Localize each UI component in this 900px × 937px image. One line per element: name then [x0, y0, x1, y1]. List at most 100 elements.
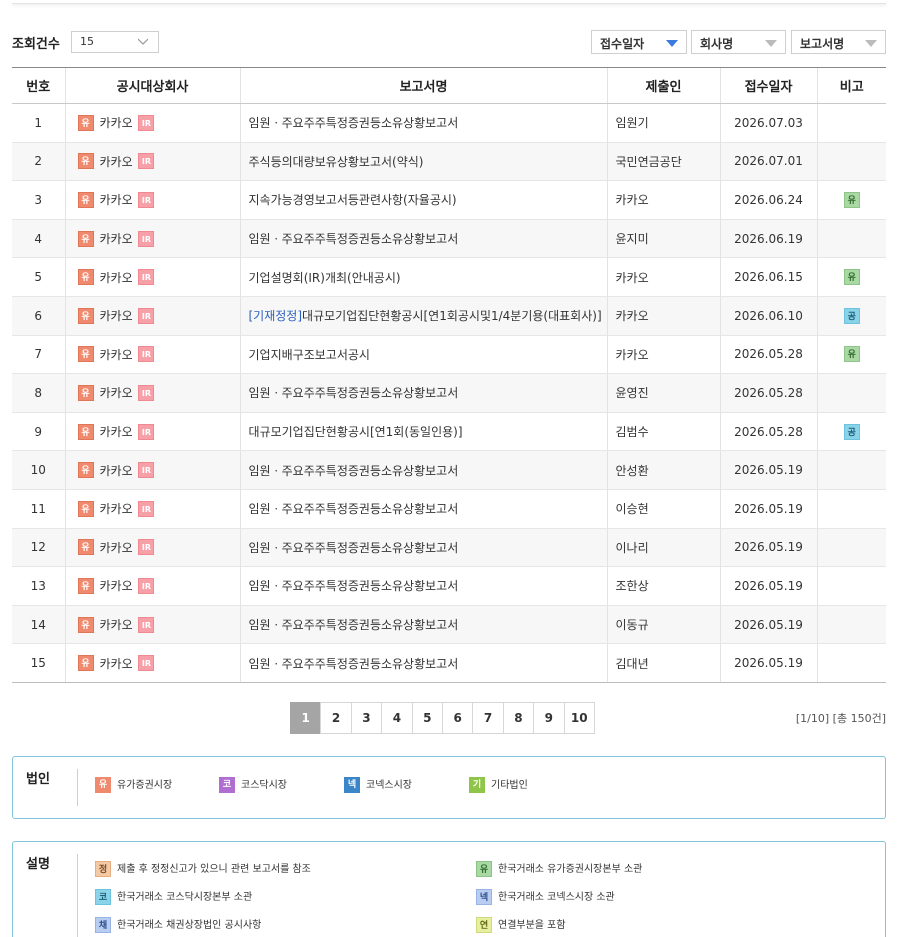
- company-cell: 유 카카오 IR: [64, 335, 240, 375]
- company-link[interactable]: 카카오: [100, 502, 133, 516]
- table-row: 5 유 카카오 IR 기업설명회(IR)개최(안내공시) 카카오 2026.06.15 유: [12, 257, 886, 297]
- page-1-button[interactable]: 1: [290, 702, 322, 734]
- date-cell: 2026.05.19: [719, 489, 817, 529]
- note-badge[interactable]: 유: [843, 269, 860, 286]
- sort-by-date-label: 접수일자: [600, 37, 645, 51]
- note-cell: 유: [816, 257, 886, 297]
- report-link[interactable]: 기업지배구조보고서공시: [249, 348, 370, 362]
- note-badge[interactable]: 유: [843, 191, 860, 208]
- date-cell: 2026.07.03: [719, 103, 817, 143]
- sort-by-date[interactable]: 접수일자: [591, 30, 687, 54]
- company-link[interactable]: 카카오: [100, 386, 133, 400]
- page-6-button[interactable]: 6: [441, 702, 474, 734]
- company-link[interactable]: 카카오: [100, 618, 133, 632]
- disclosure-table: 번호 공시대상회사 보고서명 제출인 접수일자 비고 1 유 카카오 IR 임원ㆍ주요…: [12, 67, 886, 683]
- page-10-button[interactable]: 10: [563, 702, 595, 734]
- report-link[interactable]: 임원ㆍ주요주주특정증권등소유상황보고서: [249, 579, 459, 593]
- submitter-cell: 카카오: [606, 180, 720, 220]
- note-badge[interactable]: 공: [843, 307, 860, 324]
- report-link[interactable]: 기업설명회(IR)개최(안내공시): [249, 271, 401, 285]
- company-link[interactable]: 카카오: [100, 348, 133, 362]
- company-link[interactable]: 카카오: [100, 579, 133, 593]
- ir-badge[interactable]: IR: [138, 500, 155, 517]
- sort-by-report[interactable]: 보고서명: [791, 30, 886, 54]
- row-number: 6: [12, 296, 65, 336]
- ir-badge[interactable]: IR: [138, 230, 155, 247]
- company-link[interactable]: 카카오: [100, 425, 133, 439]
- company-link[interactable]: 카카오: [100, 193, 133, 207]
- ir-badge[interactable]: IR: [138, 539, 155, 556]
- col-header-company: 공시대상회사: [64, 67, 240, 104]
- note-badge[interactable]: 공: [843, 423, 860, 440]
- table-row: 12 유 카카오 IR 임원ㆍ주요주주특정증권등소유상황보고서 이나리 2026.05.1…: [12, 528, 886, 568]
- company-link[interactable]: 카카오: [100, 464, 133, 478]
- note-cell: [816, 142, 886, 182]
- legend-label: 한국거래소 채권상장법인 공시사항: [117, 920, 262, 931]
- company-cell: 유 카카오 IR: [64, 180, 240, 220]
- ir-badge[interactable]: IR: [138, 577, 155, 594]
- correction-prefix[interactable]: [기재정정]: [249, 309, 303, 323]
- report-cell: 임원ㆍ주요주주특정증권등소유상황보고서: [239, 643, 607, 683]
- ir-badge[interactable]: IR: [138, 191, 155, 208]
- count-select[interactable]: 15: [71, 31, 159, 53]
- krx-konex-icon: 넥: [476, 889, 492, 905]
- company-link[interactable]: 카카오: [100, 657, 133, 671]
- row-number: 3: [12, 180, 65, 220]
- ir-badge[interactable]: IR: [138, 616, 155, 633]
- table-row: 8 유 카카오 IR 임원ㆍ주요주주특정증권등소유상황보고서 윤영진 2026.05.28: [12, 373, 886, 413]
- ir-badge[interactable]: IR: [138, 346, 155, 363]
- report-link[interactable]: 임원ㆍ주요주주특정증권등소유상황보고서: [249, 386, 459, 400]
- page-3-button[interactable]: 3: [350, 702, 383, 734]
- market-kospi-icon: 유: [77, 114, 94, 131]
- report-link[interactable]: 주식등의대량보유상황보고서(약식): [249, 155, 424, 169]
- submitter-cell: 카카오: [606, 296, 720, 336]
- page-7-button[interactable]: 7: [472, 702, 504, 734]
- page-9-button[interactable]: 9: [533, 702, 565, 734]
- legend-item-kosdaq: 코 코스닥시장: [219, 776, 287, 793]
- company-link[interactable]: 카카오: [100, 541, 133, 555]
- page-4-button[interactable]: 4: [381, 702, 413, 734]
- page-8-button[interactable]: 8: [502, 702, 535, 734]
- company-link[interactable]: 카카오: [100, 271, 133, 285]
- ir-badge[interactable]: IR: [138, 384, 155, 401]
- ir-badge[interactable]: IR: [138, 655, 155, 672]
- company-cell: 유 카카오 IR: [64, 643, 240, 683]
- submitter-cell: 윤지미: [606, 219, 720, 259]
- ir-badge[interactable]: IR: [138, 153, 155, 170]
- ir-badge[interactable]: IR: [138, 462, 155, 479]
- ir-badge[interactable]: IR: [138, 423, 155, 440]
- legend-item-bond: 채 한국거래소 채권상장법인 공시사항: [95, 916, 261, 933]
- report-link[interactable]: 대규모기업집단현황공시[연1회(동일인용)]: [249, 425, 463, 439]
- report-link[interactable]: 임원ㆍ주요주주특정증권등소유상황보고서: [249, 657, 459, 671]
- company-link[interactable]: 카카오: [100, 116, 133, 130]
- report-link[interactable]: 임원ㆍ주요주주특정증권등소유상황보고서: [249, 618, 459, 632]
- table-row: 15 유 카카오 IR 임원ㆍ주요주주특정증권등소유상황보고서 김대년 2026.05.1…: [12, 643, 886, 683]
- company-cell: 유 카카오 IR: [64, 412, 240, 452]
- legend-item-krx-konex: 넥 한국거래소 코넥스시장 소관: [476, 888, 615, 905]
- page-2-button[interactable]: 2: [320, 702, 352, 734]
- legend-label: 코스닥시장: [241, 780, 287, 791]
- page-5-button[interactable]: 5: [411, 702, 443, 734]
- report-link[interactable]: 임원ㆍ주요주주특정증권등소유상황보고서: [249, 541, 459, 555]
- company-link[interactable]: 카카오: [100, 309, 133, 323]
- company-cell: 유 카카오 IR: [64, 450, 240, 490]
- report-link[interactable]: 임원ㆍ주요주주특정증권등소유상황보고서: [249, 464, 459, 478]
- table-row: 3 유 카카오 IR 지속가능경영보고서등관련사항(자율공시) 카카오 2026.06.2…: [12, 180, 886, 220]
- row-number: 7: [12, 335, 65, 375]
- explain-legend: 설명 정 제출 후 정정신고가 있으니 관련 보고서를 참조 유 한국거래소 유가증…: [12, 841, 886, 937]
- company-link[interactable]: 카카오: [100, 155, 133, 169]
- company-link[interactable]: 카카오: [100, 232, 133, 246]
- ir-badge[interactable]: IR: [138, 269, 155, 286]
- row-number: 8: [12, 373, 65, 413]
- sort-by-company[interactable]: 회사명: [691, 30, 786, 54]
- note-badge[interactable]: 유: [843, 346, 860, 363]
- note-cell: [816, 373, 886, 413]
- report-link[interactable]: 지속가능경영보고서등관련사항(자율공시): [249, 193, 457, 207]
- report-link[interactable]: 임원ㆍ주요주주특정증권등소유상황보고서: [249, 232, 459, 246]
- corp-legend: 법인 유 유가증권시장 코 코스닥시장 넥 코넥스시장 기 기타법인: [12, 756, 886, 819]
- report-link[interactable]: 대규모기업집단현황공시[연1회공시및1/4분기용(대표회사)]: [302, 309, 602, 323]
- ir-badge[interactable]: IR: [138, 307, 155, 324]
- ir-badge[interactable]: IR: [138, 114, 155, 131]
- report-link[interactable]: 임원ㆍ주요주주특정증권등소유상황보고서: [249, 116, 459, 130]
- report-link[interactable]: 임원ㆍ주요주주특정증권등소유상황보고서: [249, 502, 459, 516]
